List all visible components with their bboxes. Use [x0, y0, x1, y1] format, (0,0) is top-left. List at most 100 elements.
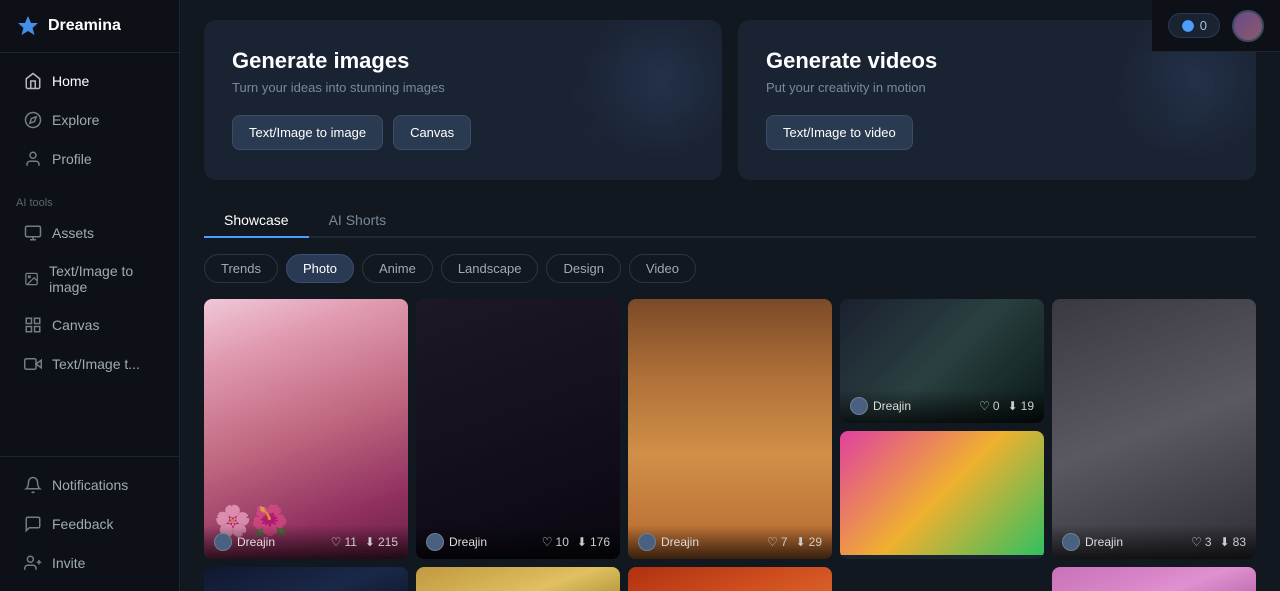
image-5	[1052, 299, 1256, 559]
explore-icon	[24, 111, 42, 129]
image-5-overlay: Dreajin ♡ 3 ⬇ 83	[1052, 525, 1256, 559]
text-image-to-image-btn[interactable]: Text/Image to image	[232, 115, 383, 150]
image-1-overlay: Dreajin ♡ 11 ⬇ 215	[204, 525, 408, 559]
flower-decoration	[572, 38, 692, 158]
hero-deco-1	[572, 38, 692, 163]
nav-canvas[interactable]: Canvas	[8, 306, 171, 344]
filter-landscape[interactable]: Landscape	[441, 254, 539, 283]
nav-notifications[interactable]: Notifications	[8, 466, 171, 504]
image-4-likes: ♡ 0	[979, 399, 999, 413]
image-card-1[interactable]: 🌸🌺 Dreajin ♡ 11 ⬇ 215	[204, 299, 408, 559]
image-5-avatar	[1062, 533, 1080, 551]
image-1-username: Dreajin	[237, 535, 275, 549]
filter-video[interactable]: Video	[629, 254, 696, 283]
image-4-overlay: Dreajin ♡ 0 ⬇ 19	[840, 389, 1044, 423]
image-2	[416, 299, 620, 559]
image-3-overlay: Dreajin ♡ 7 ⬇ 29	[628, 525, 832, 559]
hero-row: Generate images Turn your ideas into stu…	[204, 20, 1256, 180]
image-2-username: Dreajin	[449, 535, 487, 549]
nav-invite[interactable]: Invite	[8, 544, 171, 582]
bottom-image-3	[628, 567, 832, 591]
showcase-tabs: Showcase AI Shorts	[204, 204, 1256, 238]
nav-text-image-2-label: Text/Image t...	[52, 356, 140, 372]
image-1: 🌸🌺	[204, 299, 408, 559]
image-card-6[interactable]	[840, 431, 1044, 559]
logo-container: Dreamina	[0, 0, 179, 53]
image-2-likes: ♡ 10	[542, 535, 569, 549]
nav-text-image[interactable]: Text/Image to image	[8, 253, 171, 305]
coin-badge[interactable]: 0	[1168, 13, 1220, 38]
filter-trends[interactable]: Trends	[204, 254, 278, 283]
image-card-5[interactable]: Dreajin ♡ 3 ⬇ 83	[1052, 299, 1256, 559]
bottom-image-5	[1052, 567, 1256, 591]
image-5-stats: ♡ 3 ⬇ 83	[1191, 535, 1246, 549]
nav-profile-label: Profile	[52, 151, 92, 167]
nav-home[interactable]: Home	[8, 62, 171, 100]
bottom-card-2[interactable]	[416, 567, 620, 591]
image-2-stats: ♡ 10 ⬇ 176	[542, 535, 610, 549]
canvas-btn[interactable]: Canvas	[393, 115, 471, 150]
bottom-image-grid	[204, 567, 1256, 591]
image-3-username: Dreajin	[661, 535, 699, 549]
nav-invite-label: Invite	[52, 555, 85, 571]
nav-profile[interactable]: Profile	[8, 140, 171, 178]
image-card-4[interactable]: Dreajin ♡ 0 ⬇ 19	[840, 299, 1044, 423]
image-4-username: Dreajin	[873, 399, 911, 413]
nav-home-label: Home	[52, 73, 89, 89]
nav-text-image-2[interactable]: Text/Image t...	[8, 345, 171, 383]
tab-showcase[interactable]: Showcase	[204, 204, 309, 238]
generate-images-card: Generate images Turn your ideas into stu…	[204, 20, 722, 180]
image-1-downloads: ⬇ 215	[365, 535, 398, 549]
gen-videos-buttons: Text/Image to video	[766, 115, 1228, 150]
nav-notifications-label: Notifications	[52, 477, 128, 493]
bottom-image-1	[204, 567, 408, 591]
coin-count: 0	[1200, 18, 1207, 33]
bottom-card-1[interactable]	[204, 567, 408, 591]
image-1-likes: ♡ 11	[331, 535, 357, 549]
bottom-card-5[interactable]	[1052, 567, 1256, 591]
nav-explore-label: Explore	[52, 112, 99, 128]
dreamina-logo-icon	[16, 14, 40, 38]
nav-explore[interactable]: Explore	[8, 101, 171, 139]
text-image-to-video-btn[interactable]: Text/Image to video	[766, 115, 913, 150]
nav-assets-label: Assets	[52, 225, 94, 241]
filter-photo[interactable]: Photo	[286, 254, 354, 283]
sidebar-bottom: Notifications Feedback Invite	[0, 456, 179, 591]
image-4-downloads: ⬇ 19	[1008, 399, 1034, 413]
user-avatar[interactable]	[1232, 10, 1264, 42]
image-card-3[interactable]: Dreajin ♡ 7 ⬇ 29	[628, 299, 832, 559]
bottom-col-4	[840, 567, 1044, 591]
image-2-user: Dreajin	[426, 533, 487, 551]
nav-feedback[interactable]: Feedback	[8, 505, 171, 543]
gen-images-title: Generate images	[232, 48, 694, 74]
image-card-2[interactable]: Dreajin ♡ 10 ⬇ 176	[416, 299, 620, 559]
image-2-overlay: Dreajin ♡ 10 ⬇ 176	[416, 525, 620, 559]
bell-icon	[24, 476, 42, 494]
gen-images-subtitle: Turn your ideas into stunning images	[232, 80, 694, 95]
text-image-icon	[24, 270, 39, 288]
bottom-card-3[interactable]	[628, 567, 832, 591]
filter-row: Trends Photo Anime Landscape Design Vide…	[204, 254, 1256, 283]
image-grid: 🌸🌺 Dreajin ♡ 11 ⬇ 215 Dreajin	[204, 299, 1256, 559]
image-3-likes: ♡ 7	[767, 535, 787, 549]
image-3	[628, 299, 832, 559]
nav-assets[interactable]: Assets	[8, 214, 171, 252]
header-right: 0	[1152, 0, 1280, 52]
ai-tools-label: AI tools	[0, 187, 179, 213]
image-1-avatar	[214, 533, 232, 551]
filter-design[interactable]: Design	[546, 254, 620, 283]
image-5-user: Dreajin	[1062, 533, 1123, 551]
canvas-icon	[24, 316, 42, 334]
logo-text: Dreamina	[48, 17, 121, 35]
tab-ai-shorts[interactable]: AI Shorts	[309, 204, 407, 238]
video-icon	[24, 355, 42, 373]
gen-videos-subtitle: Put your creativity in motion	[766, 80, 1228, 95]
image-4-avatar	[850, 397, 868, 415]
profile-nav-icon	[24, 150, 42, 168]
image-3-avatar	[638, 533, 656, 551]
image-1-stats: ♡ 11 ⬇ 215	[331, 535, 398, 549]
assets-icon	[24, 224, 42, 242]
gen-images-buttons: Text/Image to image Canvas	[232, 115, 694, 150]
filter-anime[interactable]: Anime	[362, 254, 433, 283]
image-6	[840, 431, 1044, 555]
